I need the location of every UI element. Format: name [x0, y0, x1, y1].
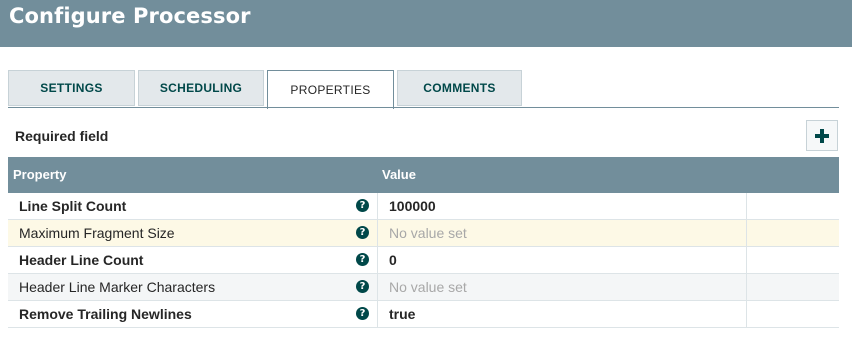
- table-row[interactable]: Maximum Fragment Size ? No value set: [8, 220, 839, 247]
- column-header-property: Property: [13, 167, 67, 182]
- dialog-title: Configure Processor: [9, 4, 251, 28]
- property-name: Maximum Fragment Size: [19, 225, 175, 241]
- tab-properties[interactable]: PROPERTIES: [267, 70, 394, 109]
- table-row[interactable]: Remove Trailing Newlines ? true: [8, 301, 839, 328]
- table-row[interactable]: Header Line Count ? 0: [8, 247, 839, 274]
- property-name: Line Split Count: [19, 198, 127, 214]
- property-value[interactable]: No value set: [389, 225, 467, 241]
- help-icon[interactable]: ?: [356, 226, 369, 239]
- property-name: Header Line Count: [19, 252, 144, 268]
- properties-table: Property Value Line Split Count ? 100000…: [8, 157, 839, 328]
- tab-settings[interactable]: SETTINGS: [8, 70, 135, 106]
- help-icon[interactable]: ?: [356, 199, 369, 212]
- column-header-value: Value: [382, 167, 416, 182]
- property-name: Header Line Marker Characters: [19, 279, 216, 295]
- tab-comments[interactable]: COMMENTS: [397, 70, 522, 106]
- column-divider: [377, 247, 378, 274]
- property-value[interactable]: 0: [389, 252, 397, 268]
- column-divider: [377, 274, 378, 301]
- tab-scheduling[interactable]: SCHEDULING: [138, 70, 264, 106]
- column-divider: [746, 193, 747, 220]
- column-divider: [377, 193, 378, 220]
- table-row[interactable]: Line Split Count ? 100000: [8, 193, 839, 220]
- required-field-label: Required field: [15, 128, 109, 144]
- column-divider: [746, 274, 747, 301]
- property-value[interactable]: 100000: [389, 198, 436, 214]
- property-name: Remove Trailing Newlines: [19, 306, 192, 322]
- column-divider: [377, 220, 378, 247]
- table-header: Property Value: [8, 157, 839, 193]
- property-value[interactable]: No value set: [389, 279, 467, 295]
- column-divider: [377, 301, 378, 328]
- column-divider: [746, 301, 747, 328]
- property-value[interactable]: true: [389, 306, 415, 322]
- add-property-button[interactable]: [806, 120, 838, 151]
- help-icon[interactable]: ?: [356, 280, 369, 293]
- column-divider: [746, 247, 747, 274]
- help-icon[interactable]: ?: [356, 253, 369, 266]
- table-row[interactable]: Header Line Marker Characters ? No value…: [8, 274, 839, 301]
- tab-underline: [8, 107, 839, 108]
- plus-icon: [815, 128, 829, 143]
- help-icon[interactable]: ?: [356, 307, 369, 320]
- dialog-header: Configure Processor: [0, 0, 852, 47]
- column-divider: [746, 220, 747, 247]
